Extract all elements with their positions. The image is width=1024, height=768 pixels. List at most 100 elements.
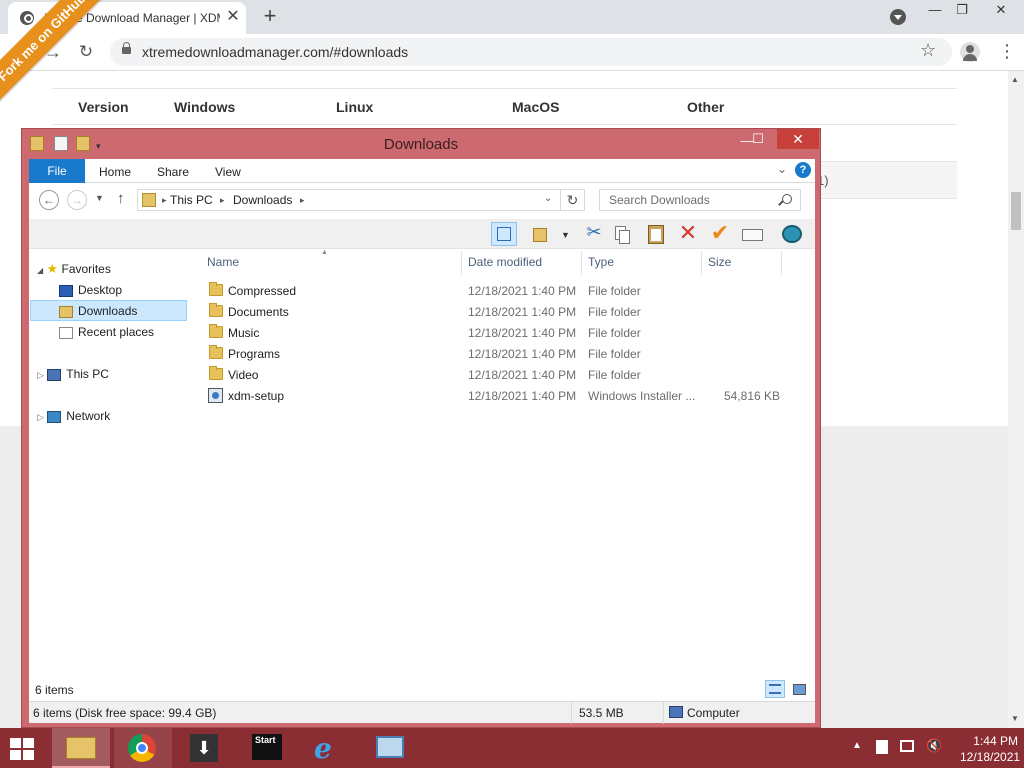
breadcrumb-this-pc[interactable]: This PC	[170, 193, 213, 207]
show-hidden-icons-icon[interactable]: ▲	[852, 740, 862, 751]
reload-icon[interactable]: ↻	[75, 42, 97, 64]
column-header-date[interactable]: Date modified	[468, 255, 542, 269]
chevron-right-icon[interactable]: ▸	[220, 195, 225, 206]
col-windows: Windows	[174, 99, 236, 115]
chevron-right-icon[interactable]: ▸	[162, 195, 167, 206]
file-name: Documents	[228, 305, 289, 319]
globe-icon[interactable]	[779, 222, 805, 246]
scroll-up-icon[interactable]: ▲	[1011, 75, 1019, 84]
new-tab-button[interactable]: +	[258, 5, 282, 29]
tab-file[interactable]: File	[29, 159, 85, 183]
chevron-right-icon[interactable]: ▸	[300, 195, 305, 206]
maximize-icon[interactable]: ❐	[947, 2, 977, 20]
items-count: 6 items	[35, 683, 74, 697]
clock[interactable]: 1:44 PM 12/18/2021	[960, 733, 1020, 765]
address-dropdown-icon[interactable]: ⌄	[544, 193, 552, 204]
folder-icon	[209, 345, 223, 359]
col-version: Version	[78, 99, 129, 115]
recent-locations-icon[interactable]: ▼	[95, 193, 104, 203]
xdm-taskbar-icon[interactable]: ⬇	[176, 728, 234, 768]
expand-arrow-icon[interactable]: ▷	[37, 412, 44, 422]
close-icon[interactable]: ✕	[986, 2, 1016, 20]
search-input[interactable]: Search Downloads	[599, 189, 801, 211]
column-divider[interactable]	[461, 251, 462, 275]
file-list: ▲ Name Date modified Type Size Compresse…	[197, 249, 815, 677]
menu-kebab-icon[interactable]: ⋮	[998, 40, 1016, 64]
forward-icon[interactable]: →	[67, 190, 87, 210]
page-scrollbar[interactable]	[1008, 71, 1024, 731]
chrome-taskbar-icon[interactable]	[114, 728, 172, 768]
file-row[interactable]: Compressed 12/18/2021 1:40 PM File folde…	[197, 280, 807, 301]
expand-arrow-icon[interactable]: ◢	[37, 266, 43, 275]
scroll-thumb[interactable]	[1011, 192, 1021, 230]
control-panel-taskbar-icon[interactable]	[362, 728, 420, 768]
maximize-icon[interactable]: ☐	[746, 131, 770, 147]
volume-muted-icon[interactable]: 🔇	[926, 738, 942, 754]
file-row[interactable]: Documents 12/18/2021 1:40 PM File folder	[197, 301, 807, 322]
start-app-taskbar-icon[interactable]: Start	[238, 728, 296, 768]
preview-pane-icon[interactable]	[491, 222, 517, 246]
address-box[interactable]: ▸ This PC ▸ Downloads ▸ ⌄	[137, 189, 561, 211]
address-bar[interactable]: xtremedownloadmanager.com/#downloads ☆	[110, 38, 952, 66]
details-view-icon[interactable]	[765, 680, 785, 698]
file-explorer-taskbar-icon[interactable]	[52, 728, 110, 768]
column-header-size[interactable]: Size	[708, 255, 731, 269]
clock-time: 1:44 PM	[973, 734, 1018, 748]
column-divider[interactable]	[581, 251, 582, 275]
tab-share[interactable]: Share	[157, 165, 189, 179]
file-name: Video	[228, 368, 259, 382]
back-icon[interactable]: ←	[39, 190, 59, 210]
nav-downloads[interactable]: Downloads	[30, 300, 187, 321]
dropdown-icon[interactable]: ▼	[561, 230, 570, 240]
action-center-flag-icon[interactable]	[876, 740, 888, 754]
expand-arrow-icon[interactable]: ▷	[37, 370, 44, 380]
navigation-pane: ◢ ★ Favorites Desktop Downloads Recent p…	[29, 249, 191, 677]
up-icon[interactable]: ↑	[117, 190, 125, 207]
file-row[interactable]: xdm-setup 12/18/2021 1:40 PM Windows Ins…	[197, 385, 807, 406]
copy-icon[interactable]	[609, 222, 635, 246]
column-divider[interactable]	[781, 251, 782, 275]
rename-check-icon[interactable]: ✔	[707, 222, 733, 246]
start-app-label: Start	[255, 735, 276, 745]
nav-network[interactable]: ▷ Network	[37, 406, 110, 426]
help-icon[interactable]: ?	[795, 162, 811, 178]
nav-favorites[interactable]: ◢ ★ Favorites	[37, 259, 111, 279]
folder-icon	[209, 366, 223, 380]
file-type: Windows Installer ...	[588, 389, 696, 403]
tab-search-icon[interactable]	[890, 9, 906, 25]
tab-home[interactable]: Home	[99, 165, 131, 179]
paste-icon[interactable]	[643, 222, 669, 246]
delete-icon[interactable]: ✕	[675, 222, 701, 246]
explorer-window: ▾ Downloads — ☐ ✕ File Home Share View ⌄…	[21, 128, 821, 728]
column-header-type[interactable]: Type	[588, 255, 614, 269]
nav-this-pc[interactable]: ▷ This PC	[37, 364, 109, 384]
column-header-name[interactable]: Name	[207, 255, 239, 269]
scroll-down-icon[interactable]: ▼	[1011, 714, 1019, 723]
folder-check-icon[interactable]	[529, 222, 555, 246]
tab-view[interactable]: View	[215, 165, 241, 179]
profile-avatar-icon[interactable]	[960, 42, 980, 62]
file-date: 12/18/2021 1:40 PM	[468, 326, 577, 340]
close-icon[interactable]: ✕	[777, 129, 819, 149]
cut-icon[interactable]: ✂	[581, 222, 607, 246]
bookmark-star-icon[interactable]: ☆	[920, 40, 936, 61]
properties-icon[interactable]	[739, 222, 765, 246]
tab-close-icon[interactable]: ✕	[224, 8, 242, 26]
search-icon[interactable]	[782, 194, 792, 204]
file-row[interactable]: Music 12/18/2021 1:40 PM File folder	[197, 322, 807, 343]
file-row[interactable]: Programs 12/18/2021 1:40 PM File folder	[197, 343, 807, 364]
file-row[interactable]: Video 12/18/2021 1:40 PM File folder	[197, 364, 807, 385]
minimize-icon[interactable]: —	[920, 2, 950, 20]
large-icons-view-icon[interactable]	[789, 680, 809, 698]
internet-explorer-taskbar-icon[interactable]: e	[300, 728, 358, 768]
refresh-icon[interactable]: ↻	[561, 189, 585, 211]
nav-recent-places[interactable]: Recent places	[59, 322, 154, 342]
breadcrumb-downloads[interactable]: Downloads	[233, 193, 292, 207]
network-tray-icon[interactable]	[900, 740, 914, 752]
explorer-titlebar[interactable]: ▾ Downloads — ☐ ✕	[22, 129, 820, 159]
windows-start-icon[interactable]	[6, 734, 40, 762]
url-text[interactable]: xtremedownloadmanager.com/#downloads	[142, 44, 408, 60]
nav-desktop[interactable]: Desktop	[59, 280, 122, 300]
expand-ribbon-icon[interactable]: ⌄	[777, 162, 787, 176]
column-divider[interactable]	[701, 251, 702, 275]
